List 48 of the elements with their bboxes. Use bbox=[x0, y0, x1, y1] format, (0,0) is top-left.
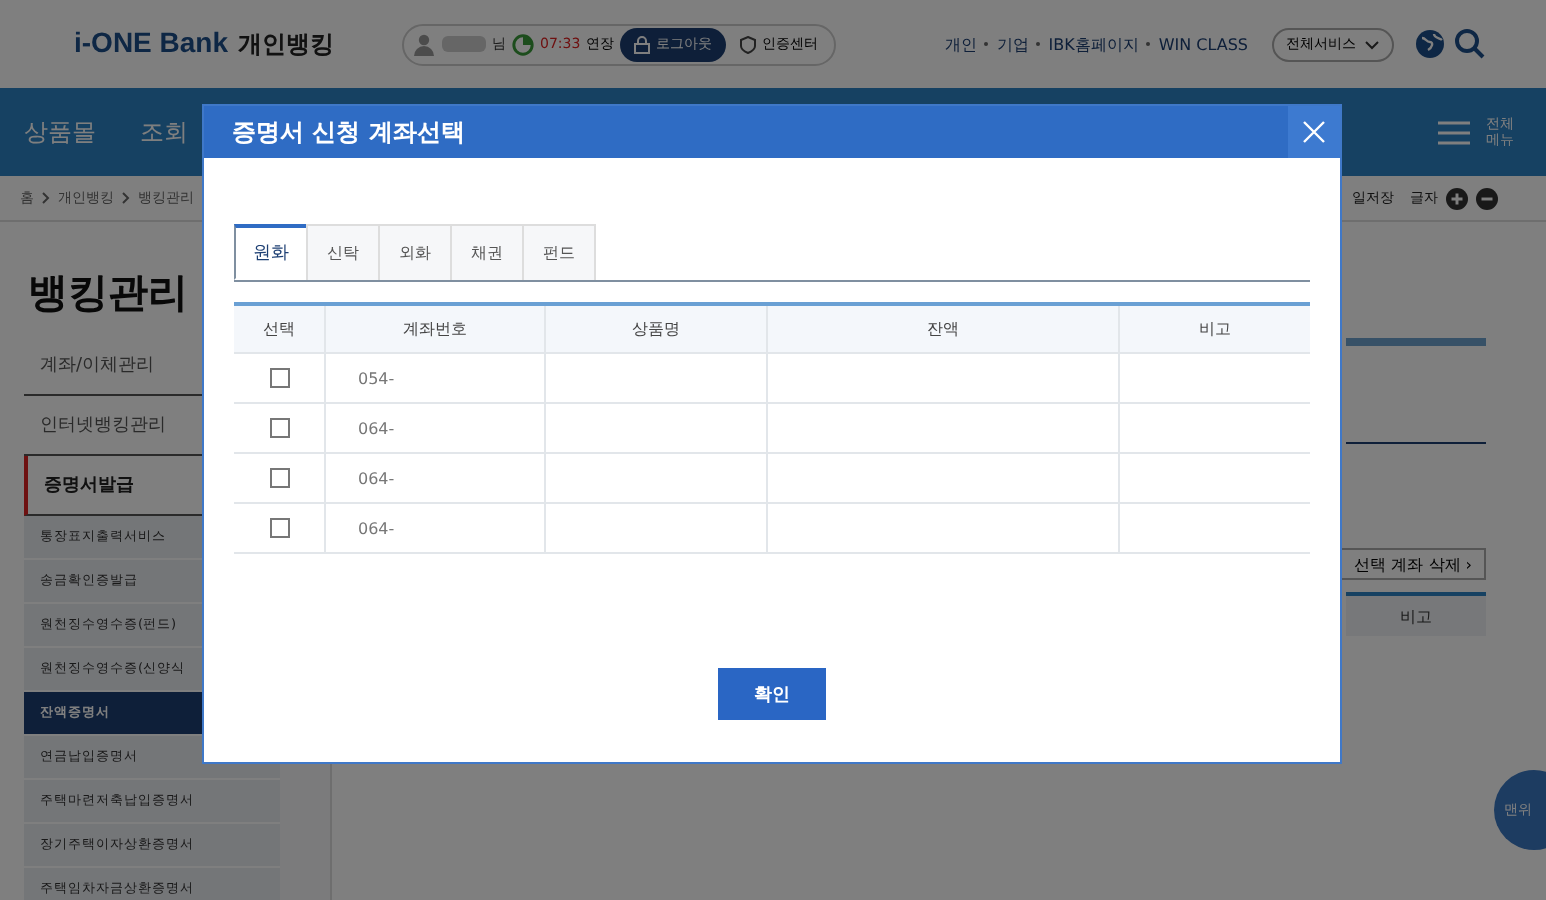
logo-service: 개인뱅킹 bbox=[238, 28, 335, 62]
modal-title: 증명서 신청 계좌선택 bbox=[232, 115, 465, 149]
row-checkbox[interactable] bbox=[269, 418, 289, 438]
close-icon bbox=[1302, 120, 1326, 144]
top-link[interactable]: 기업 bbox=[996, 33, 1029, 55]
tab[interactable]: 펀드 bbox=[522, 224, 596, 280]
caret-icon bbox=[1364, 39, 1380, 49]
shield-icon bbox=[740, 35, 757, 53]
table-header-cell: 비고 bbox=[1346, 592, 1486, 636]
account-number: 064- bbox=[358, 419, 395, 437]
confirm-button[interactable]: 확인 bbox=[718, 668, 826, 720]
tab[interactable]: 원화 bbox=[234, 224, 308, 280]
close-button[interactable] bbox=[1288, 106, 1340, 158]
timer-icon bbox=[512, 33, 535, 55]
nav-item[interactable]: 상품몰 bbox=[24, 115, 96, 149]
account-number: 064- bbox=[358, 469, 395, 487]
chevron-icon bbox=[122, 192, 130, 204]
user-icon bbox=[412, 32, 437, 56]
top-link[interactable]: WIN CLASS bbox=[1158, 35, 1248, 53]
column-header: 잔액 bbox=[767, 304, 1119, 353]
globe-icon[interactable] bbox=[1414, 28, 1446, 60]
sidebar-title: 뱅킹관리 bbox=[28, 266, 190, 320]
row-checkbox[interactable] bbox=[269, 518, 289, 538]
minus-icon[interactable] bbox=[1476, 187, 1498, 209]
account-number: 054- bbox=[358, 369, 395, 387]
row-checkbox[interactable] bbox=[269, 368, 289, 388]
column-header: 비고 bbox=[1119, 304, 1310, 353]
lock-icon bbox=[634, 35, 651, 53]
section-bar bbox=[1346, 338, 1486, 346]
column-header: 상품명 bbox=[545, 304, 767, 353]
chevron-icon bbox=[42, 192, 50, 204]
section-rule bbox=[1346, 442, 1486, 444]
top-link[interactable]: 개인 bbox=[944, 33, 977, 55]
column-header: 계좌번호 bbox=[325, 304, 545, 353]
delete-selected-button[interactable]: 선택 계좌 삭제 › bbox=[1340, 548, 1486, 580]
account-number: 064- bbox=[358, 519, 395, 537]
top-link[interactable]: IBK홈페이지 bbox=[1048, 33, 1139, 55]
row-checkbox[interactable] bbox=[269, 468, 289, 488]
logo-brand[interactable]: i-ONE Bank bbox=[74, 26, 229, 58]
nav-item[interactable]: 조회 bbox=[140, 115, 188, 149]
tab[interactable]: 외화 bbox=[378, 224, 452, 280]
tab[interactable]: 신탁 bbox=[306, 224, 380, 280]
search-icon[interactable] bbox=[1454, 28, 1486, 60]
plus-icon[interactable] bbox=[1446, 187, 1468, 209]
tab[interactable]: 채권 bbox=[450, 224, 524, 280]
menu-icon[interactable] bbox=[1438, 119, 1470, 145]
name-blur bbox=[442, 36, 487, 52]
column-header: 선택 bbox=[234, 304, 325, 353]
